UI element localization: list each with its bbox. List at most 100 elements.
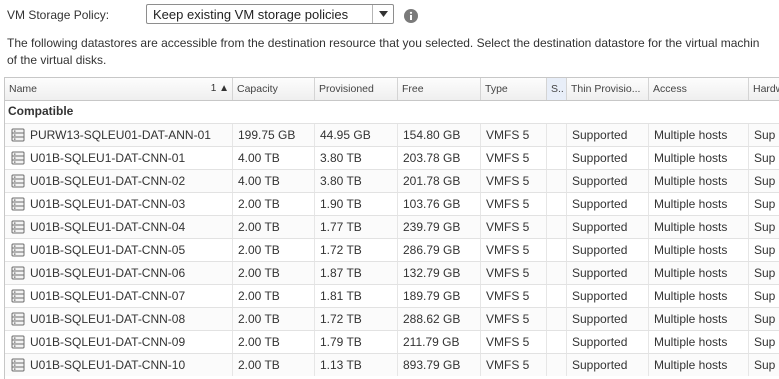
cell-type: VMFS 5 — [481, 239, 547, 261]
datastore-icon — [11, 220, 25, 234]
datastore-icon — [11, 128, 25, 142]
datastore-icon — [11, 289, 25, 303]
cell-type: VMFS 5 — [481, 147, 547, 169]
column-header-name[interactable]: Name 1 ▲ — [5, 78, 233, 100]
cell-access: Multiple hosts — [649, 170, 749, 192]
datastore-grid: Name 1 ▲ Capacity Provisioned Free Type … — [4, 77, 779, 379]
column-header-provisioned[interactable]: Provisioned — [315, 78, 398, 100]
table-row[interactable]: U01B-SQLEU1-DAT-CNN-03 2.00 TB 1.90 TB 103.… — [5, 192, 779, 215]
cell-thin: Supported — [567, 147, 649, 169]
column-header-s[interactable]: S.. — [547, 78, 567, 100]
cell-capacity: 2.00 TB — [233, 262, 315, 284]
table-row[interactable]: U01B-SQLEU1-DAT-CNN-02 4.00 TB 3.80 TB 201.… — [5, 169, 779, 192]
cell-hardware: Sup — [749, 285, 779, 307]
column-header-type[interactable]: Type — [481, 78, 547, 100]
cell-s — [547, 262, 567, 284]
table-row[interactable]: U01B-SQLEU1-DAT-CNN-10 2.00 TB 1.13 TB 893.… — [5, 353, 779, 376]
cell-provisioned: 1.72 TB — [315, 239, 398, 261]
cell-s — [547, 216, 567, 238]
cell-thin: Supported — [567, 124, 649, 146]
cell-hardware: Sup — [749, 331, 779, 353]
cell-thin: Supported — [567, 193, 649, 215]
cell-hardware: Sup — [749, 239, 779, 261]
cell-s — [547, 170, 567, 192]
column-header-thin-provisioning[interactable]: Thin Provisio... — [567, 78, 649, 100]
table-row[interactable]: U01B-SQLEU1-DAT-CNN-01 4.00 TB 3.80 TB 203.… — [5, 146, 779, 169]
cell-provisioned: 3.80 TB — [315, 170, 398, 192]
cell-free: 154.80 GB — [398, 124, 481, 146]
cell-provisioned: 1.72 TB — [315, 308, 398, 330]
datastore-name-cell: U01B-SQLEU1-DAT-CNN-08 — [5, 308, 233, 330]
cell-type: VMFS 5 — [481, 262, 547, 284]
column-header-free[interactable]: Free — [398, 78, 481, 100]
datastore-name: U01B-SQLEU1-DAT-CNN-01 — [30, 151, 186, 165]
datastore-name-cell: U01B-SQLEU1-DAT-CNN-02 — [5, 170, 233, 192]
column-header-capacity[interactable]: Capacity — [233, 78, 315, 100]
datastore-name: U01B-SQLEU1-DAT-CNN-05 — [30, 243, 186, 257]
cell-free: 288.62 GB — [398, 308, 481, 330]
cell-free: 132.79 GB — [398, 262, 481, 284]
datastore-icon — [11, 266, 25, 280]
cell-s — [547, 354, 567, 376]
cell-free: 203.78 GB — [398, 147, 481, 169]
datastore-name: U01B-SQLEU1-DAT-CNN-08 — [30, 312, 186, 326]
cell-thin: Supported — [567, 308, 649, 330]
table-row[interactable]: U01B-SQLEU1-DAT-CNN-04 2.00 TB 1.77 TB 239.… — [5, 215, 779, 238]
storage-policy-value: Keep existing VM storage policies — [153, 6, 349, 22]
datastore-name-cell: U01B-SQLEU1-DAT-CNN-09 — [5, 331, 233, 353]
cell-free: 103.76 GB — [398, 193, 481, 215]
cell-provisioned: 3.80 TB — [315, 147, 398, 169]
group-header-compatible: Compatible — [8, 104, 74, 118]
storage-policy-row: VM Storage Policy: — [7, 4, 147, 26]
cell-capacity: 2.00 TB — [233, 354, 315, 376]
info-icon[interactable] — [404, 9, 418, 23]
cell-access: Multiple hosts — [649, 147, 749, 169]
table-row[interactable]: U01B-SQLEU1-DAT-CNN-07 2.00 TB 1.81 TB 189.… — [5, 284, 779, 307]
storage-policy-dropdown[interactable]: Keep existing VM storage policies — [146, 4, 394, 24]
cell-thin: Supported — [567, 331, 649, 353]
datastore-icon — [11, 335, 25, 349]
datastore-icon — [11, 312, 25, 326]
cell-type: VMFS 5 — [481, 193, 547, 215]
cell-capacity: 2.00 TB — [233, 216, 315, 238]
cell-provisioned: 1.81 TB — [315, 285, 398, 307]
cell-s — [547, 193, 567, 215]
table-row[interactable]: U01B-SQLEU1-DAT-CNN-05 2.00 TB 1.72 TB 286.… — [5, 238, 779, 261]
cell-access: Multiple hosts — [649, 193, 749, 215]
cell-free: 286.79 GB — [398, 239, 481, 261]
storage-policy-label: VM Storage Policy: — [7, 8, 110, 22]
cell-s — [547, 285, 567, 307]
cell-thin: Supported — [567, 285, 649, 307]
chevron-down-icon[interactable] — [372, 5, 393, 23]
column-header-access[interactable]: Access — [649, 78, 749, 100]
cell-access: Multiple hosts — [649, 308, 749, 330]
table-row[interactable]: U01B-SQLEU1-DAT-CNN-08 2.00 TB 1.72 TB 288.… — [5, 307, 779, 330]
cell-access: Multiple hosts — [649, 216, 749, 238]
column-header-hardware[interactable]: Hardw — [749, 78, 779, 100]
cell-type: VMFS 5 — [481, 331, 547, 353]
cell-type: VMFS 5 — [481, 308, 547, 330]
cell-type: VMFS 5 — [481, 285, 547, 307]
cell-access: Multiple hosts — [649, 124, 749, 146]
cell-hardware: Sup — [749, 216, 779, 238]
cell-thin: Supported — [567, 216, 649, 238]
cell-provisioned: 44.95 GB — [315, 124, 398, 146]
table-row[interactable]: PURW13-SQLEU01-DAT-ANN-01 199.75 GB 44.95 … — [5, 123, 779, 146]
cell-provisioned: 1.77 TB — [315, 216, 398, 238]
datastore-icon — [11, 197, 25, 211]
cell-hardware: Sup — [749, 354, 779, 376]
cell-access: Multiple hosts — [649, 354, 749, 376]
cell-access: Multiple hosts — [649, 331, 749, 353]
datastore-name: U01B-SQLEU1-DAT-CNN-09 — [30, 335, 186, 349]
description-line-1: The following datastores are accessible … — [7, 36, 760, 50]
cell-hardware: Sup — [749, 147, 779, 169]
cell-type: VMFS 5 — [481, 354, 547, 376]
cell-capacity: 2.00 TB — [233, 308, 315, 330]
cell-type: VMFS 5 — [481, 124, 547, 146]
cell-free: 239.79 GB — [398, 216, 481, 238]
table-row[interactable]: U01B-SQLEU1-DAT-CNN-06 2.00 TB 1.87 TB 132.… — [5, 261, 779, 284]
cell-provisioned: 1.13 TB — [315, 354, 398, 376]
table-row[interactable]: U01B-SQLEU1-DAT-CNN-09 2.00 TB 1.79 TB 211.… — [5, 330, 779, 353]
cell-capacity: 4.00 TB — [233, 147, 315, 169]
cell-hardware: Sup — [749, 124, 779, 146]
